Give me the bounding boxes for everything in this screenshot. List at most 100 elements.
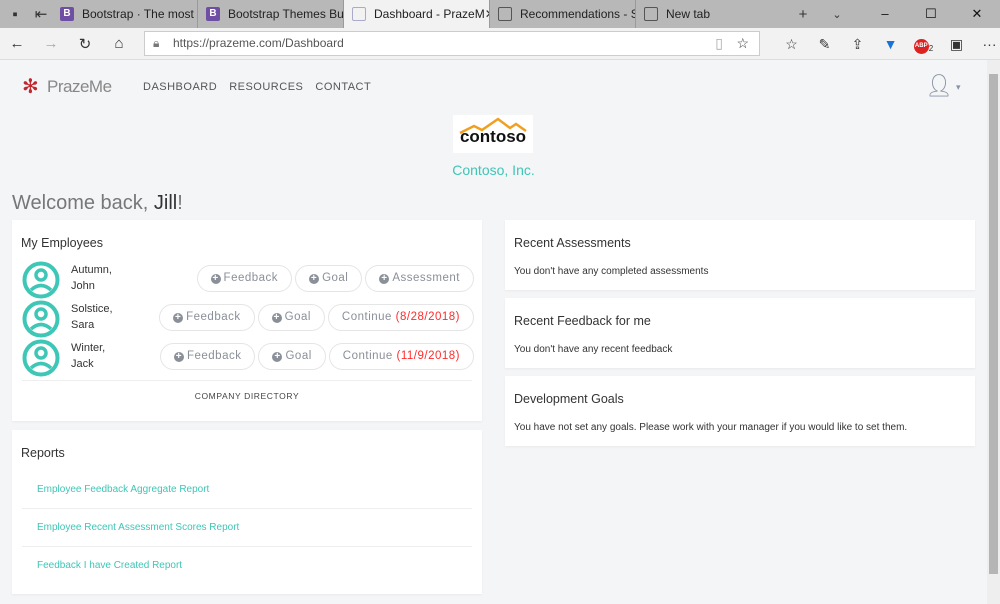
prazeme-logo-icon: ✻ [22,76,39,98]
user-icon: 👤︎ [925,73,953,98]
plus-circle-icon: + [271,312,282,323]
button-label: Feedback [186,311,241,323]
pen-icon[interactable]: ✎ [808,36,841,53]
more-icon[interactable]: ··· [973,36,1000,52]
card-text: You don't have any recent feedback [514,344,673,355]
report-link[interactable]: Feedback I have Created Report [22,547,472,585]
continue-assessment-button[interactable]: Continue (11/9/2018) [328,343,474,370]
refresh-icon[interactable]: ↻ [68,35,102,53]
nav-contact[interactable]: CONTACT [315,81,371,93]
back-icon[interactable]: ← [0,35,34,52]
recent-feedback-card: Recent Feedback for me You don't have an… [505,298,975,368]
welcome-heading: Welcome back, Jill! [12,192,183,215]
welcome-suffix: ! [177,192,183,214]
button-label: Continue [342,350,393,362]
tab-title: Bootstrap Themes Built & [228,7,344,21]
adblock-badge: 2 [928,43,934,53]
add-assessment-button[interactable]: + Assessment [365,265,474,292]
tab-title: Bootstrap · The most pop [82,7,197,21]
button-label: Continue [341,311,392,323]
development-goals-card: Development Goals You have not set any g… [505,376,975,446]
share-icon[interactable]: ⇪ [841,36,874,53]
card-title: My Employees [21,236,103,250]
tab-recommendations[interactable]: Recommendations - See [490,0,636,28]
nav-dashboard[interactable]: DASHBOARD [143,81,217,93]
card-title: Reports [21,446,65,460]
scrollbar[interactable] [987,60,1000,604]
maximize-icon[interactable]: ☐ [908,0,954,28]
brand-name: PrazeMe [47,77,112,96]
tab-dashboard[interactable]: Dashboard - PrazeM✕ [344,0,490,28]
company-logo: contoso [453,115,533,153]
scrollbar-thumb[interactable] [989,74,998,574]
reports-card: Reports Employee Feedback Aggregate Repo… [12,430,482,594]
add-goal-button[interactable]: + Goal [295,265,363,292]
url-input[interactable]: 🔒︎ https://prazeme.com/Dashboard ▯ ☆ [144,31,760,56]
add-goal-button[interactable]: + Goal [258,343,326,370]
employee-first-name: Jack [71,358,94,370]
forward-icon[interactable]: → [34,35,68,52]
favorite-star-icon[interactable]: ☆ [736,32,749,55]
continue-assessment-button[interactable]: Continue (8/28/2018) [327,304,474,331]
new-tab-favicon-icon [644,7,658,21]
lock-icon: 🔒︎ [153,36,160,50]
employee-last-name: Autumn, [71,264,112,276]
url-text: https://prazeme.com/Dashboard [173,36,344,50]
add-goal-button[interactable]: + Goal [257,304,325,331]
employee-name: Solstice, Sara [71,301,113,333]
tab-title: New tab [666,7,711,21]
button-label: Goal [322,272,349,284]
button-label: Goal [284,311,311,323]
bootstrap-favicon-icon: B [206,7,220,21]
address-bar-row: ← → ↻ ⌂ 🔒︎ https://prazeme.com/Dashboard ▯… [0,28,1000,60]
button-label: Goal [285,350,312,362]
minimize-icon[interactable]: – [862,0,908,28]
add-feedback-button[interactable]: + Feedback [159,304,255,331]
adblock-icon[interactable]: ABP2 [907,34,940,54]
home-icon[interactable]: ⌂ [102,35,136,52]
tab-bootstrap[interactable]: B Bootstrap · The most pop [52,0,198,28]
window-controls: – ☐ ✕ [862,0,1000,28]
page-favicon-icon [352,7,366,21]
employee-avatar-icon [22,339,60,377]
plus-circle-icon: + [272,351,283,362]
card-title: Recent Assessments [514,236,631,250]
user-name: Jill [153,192,178,214]
extension-icon[interactable]: ▼ [874,36,907,52]
user-menu[interactable]: 👤︎ ▾ [925,73,960,99]
add-feedback-button[interactable]: + Feedback [196,265,293,292]
button-label: Assessment [392,272,460,284]
nav-resources[interactable]: RESOURCES [229,81,303,93]
employee-first-name: John [71,280,95,292]
report-link[interactable]: Employee Recent Assessment Scores Report [22,509,472,547]
set-aside-tabs-icon[interactable]: ⇤ [30,5,52,23]
tab-preview-chevron-icon[interactable]: ⌄ [820,8,854,21]
tab-actions-icon[interactable]: ▪ [0,6,30,23]
card-title: Recent Feedback for me [514,314,651,328]
button-label: Feedback [186,350,242,362]
brand-logo[interactable]: ✻ PrazeMe [22,76,112,98]
tab-bootstrap-themes[interactable]: B Bootstrap Themes Built & [198,0,344,28]
plus-circle-icon: + [309,273,320,284]
plus-circle-icon: + [379,273,390,284]
new-tab-icon[interactable]: + [786,6,820,23]
my-employees-card: My Employees Autumn, John + Feedback + Goal… [12,220,482,421]
add-feedback-button[interactable]: + Feedback [159,343,256,370]
tab-new[interactable]: New tab [636,0,782,28]
employee-last-name: Solstice, [71,303,113,315]
extension-dark-icon[interactable]: ▣ [940,36,973,53]
button-label: Feedback [223,272,279,284]
company-directory-link[interactable]: COMPANY DIRECTORY [22,380,472,401]
close-window-icon[interactable]: ✕ [954,0,1000,28]
site-navbar: ✻ PrazeMe DASHBOARD RESOURCES CONTACT 👤︎ ▾ [0,60,987,115]
reading-view-icon[interactable]: ▯ [715,32,723,55]
employee-row: Solstice, Sara + Feedback + Goal Continue (… [22,300,474,339]
welcome-prefix: Welcome back, [12,192,154,214]
report-link[interactable]: Employee Feedback Aggregate Report [22,471,472,509]
card-title: Development Goals [514,392,624,406]
employee-first-name: Sara [71,319,95,331]
favorites-icon[interactable]: ☆ [775,36,808,53]
recent-assessments-card: Recent Assessments You don't have any co… [505,220,975,290]
employee-name: Winter, Jack [71,340,105,372]
assessment-date: (8/28/2018) [395,311,460,323]
